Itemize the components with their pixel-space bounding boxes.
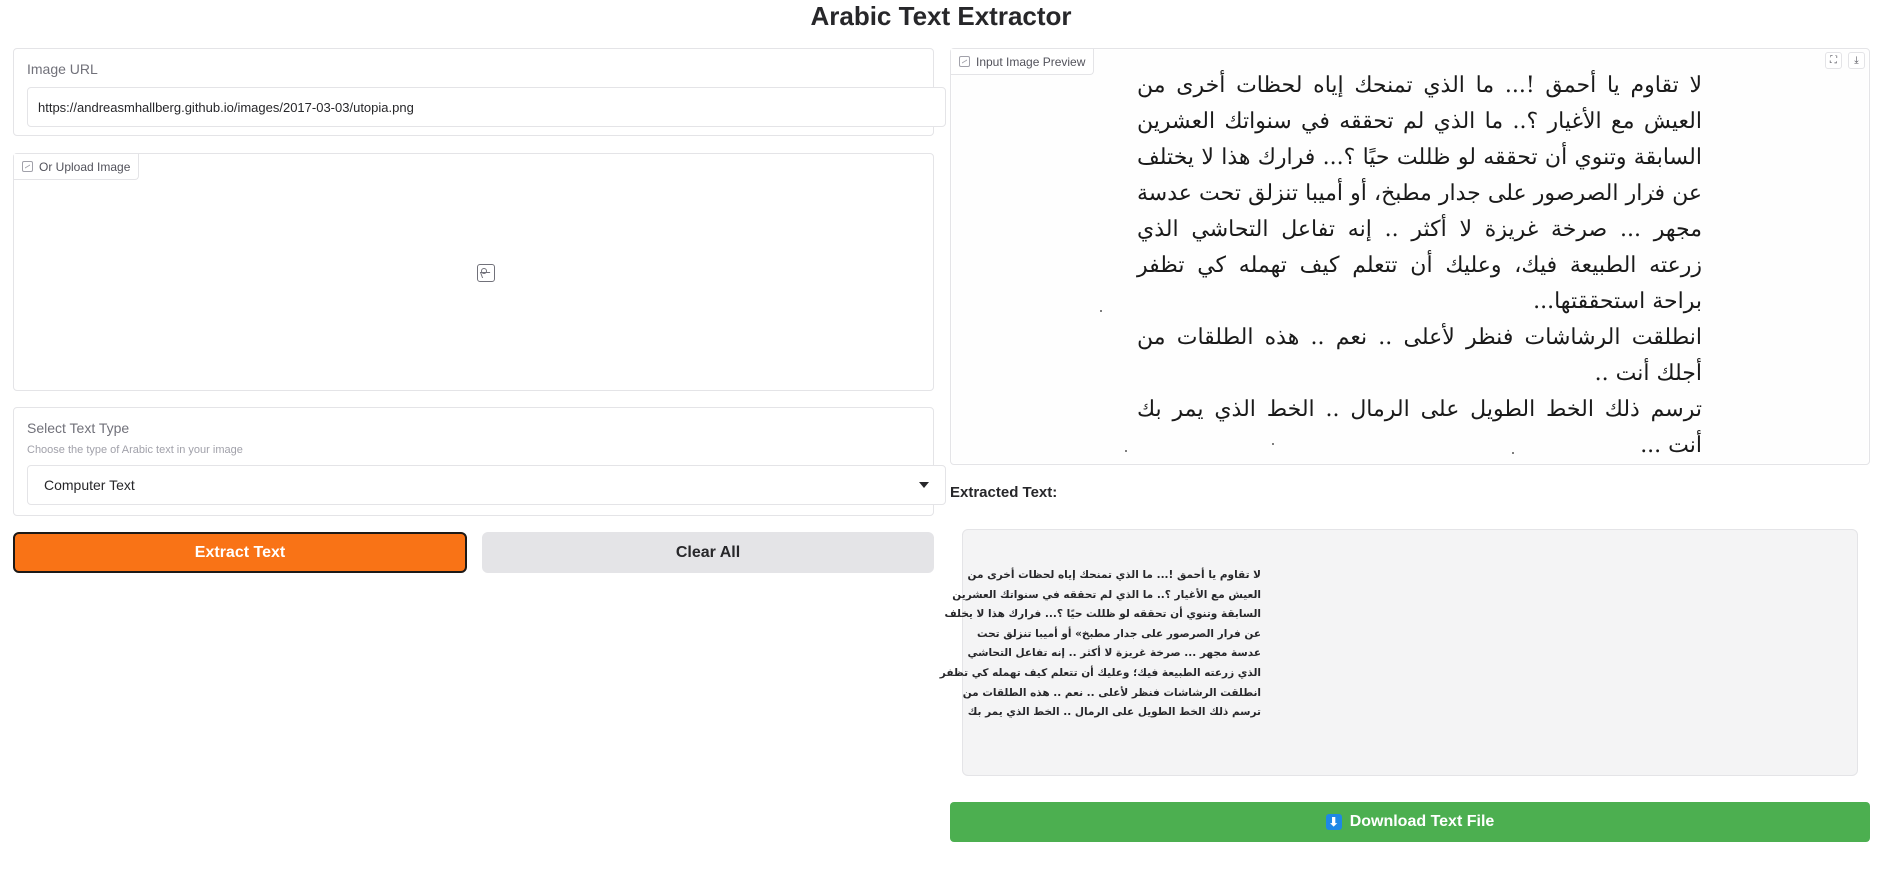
upload-image-icon[interactable]	[477, 264, 495, 282]
input-image-preview: لا تقاوم يا أحمق !... ما الذي تمنحك إياه…	[952, 50, 1868, 463]
image-url-input[interactable]	[27, 87, 946, 127]
extracted-text-box[interactable]: لا تقاوم يا أحمق !... ما الذي تمنحك إياه…	[939, 529, 1858, 776]
text-type-label: Select Text Type	[27, 420, 130, 436]
image-url-label: Image URL	[27, 61, 98, 77]
clear-all-button[interactable]: Clear All	[482, 532, 934, 573]
download-label: Download Text File	[1349, 813, 1495, 830]
text-type-selected: Computer Text	[44, 477, 135, 493]
text-type-block: Select Text Type Choose the type of Arab…	[13, 407, 946, 516]
extracted-text-label: Extracted Text:	[950, 484, 1058, 501]
download-icon[interactable]: ⤓	[1848, 52, 1865, 69]
upload-image-label: Or Upload Image	[39, 159, 131, 174]
chevron-down-icon	[919, 482, 929, 488]
image-noise	[1272, 443, 1274, 445]
download-icon: ⬇	[1325, 814, 1342, 830]
preview-paragraph: ترسم ذلك الخط الطويل على الرمال .. الخط …	[1137, 397, 1702, 458]
image-icon	[22, 161, 33, 172]
image-noise	[1512, 452, 1514, 454]
text-type-info: Choose the type of Arabic text in your i…	[27, 444, 243, 456]
preview-image-text: لا تقاوم يا أحمق !... ما الذي تمنحك إياه…	[1137, 68, 1702, 463]
page-title: Arabic Text Extractor	[810, 1, 1072, 31]
preview-paragraph: لا تقاوم يا أحمق !... ما الذي تمنحك إياه…	[1137, 73, 1702, 314]
download-text-file-button[interactable]: ⬇ Download Text File	[950, 802, 1870, 842]
text-type-dropdown[interactable]: Computer Text	[27, 465, 946, 505]
fullscreen-icon[interactable]: ⛶	[1825, 52, 1842, 69]
upload-image-block[interactable]: Or Upload Image	[13, 153, 934, 391]
preview-label: Input Image Preview	[976, 54, 1086, 69]
image-preview-block: لا تقاوم يا أحمق !... ما الذي تمنحك إياه…	[950, 48, 1870, 465]
extracted-text-content: لا تقاوم يا أحمق !... ما الذي تمنحك إياه…	[939, 569, 1261, 719]
image-icon	[959, 56, 970, 67]
image-noise	[1652, 190, 1654, 192]
image-noise	[1100, 310, 1102, 312]
image-url-block: Image URL	[13, 48, 946, 136]
preview-paragraph: انطلقت الرشاشات فنظر لأعلى .. نعم .. هذه…	[1137, 325, 1702, 386]
extract-text-button[interactable]: Extract Text	[13, 532, 467, 573]
preview-toolbar: ⛶ ⤓	[1825, 52, 1865, 69]
image-noise	[1125, 450, 1127, 452]
preview-chip: Input Image Preview	[951, 49, 1095, 75]
upload-image-chip: Or Upload Image	[14, 154, 140, 180]
